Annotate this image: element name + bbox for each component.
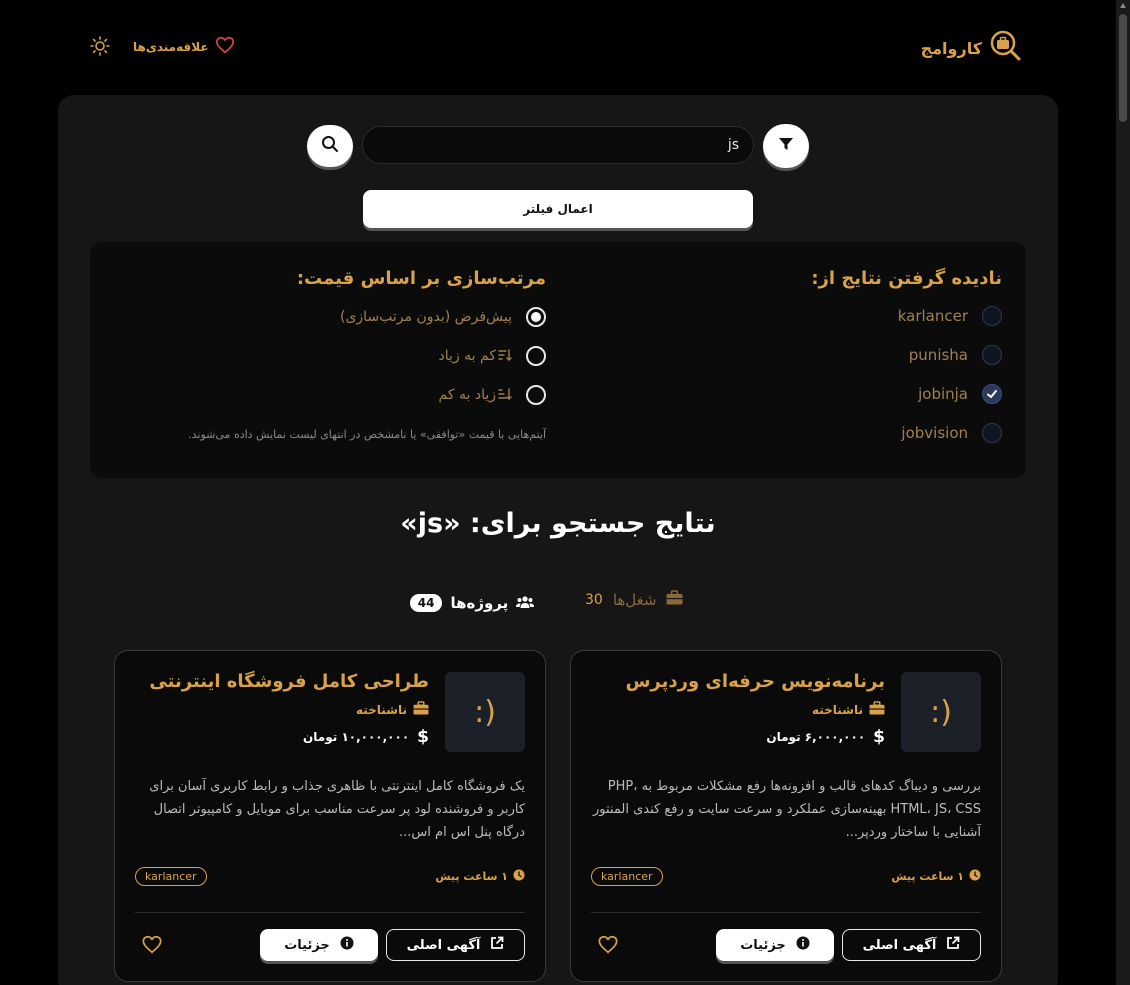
sort-option-descending[interactable]: زیاد به کم (439, 385, 546, 405)
funnel-icon (778, 136, 794, 156)
card-company: ناشناخته (812, 701, 885, 718)
sort-option-ascending[interactable]: کم به زیاد (439, 346, 546, 366)
apply-filter-button[interactable]: اعمال فیلتر (363, 190, 753, 228)
briefcase-icon (869, 701, 885, 718)
sort-ascending-icon (498, 347, 512, 366)
original-ad-label: آگهی اصلی (406, 937, 481, 953)
dollar-icon: $ (873, 727, 885, 747)
logo-text: کاروامج (920, 38, 982, 58)
card-description: بررسی و دیباگ کدهای قالب و افزونه‌ها رفع… (593, 779, 981, 840)
heart-icon (215, 36, 235, 57)
sort-label: کم به زیاد (438, 348, 496, 364)
price-value: ۶,۰۰۰,۰۰۰ تومان (766, 730, 866, 744)
dollar-icon: $ (417, 727, 429, 747)
details-label: جزئیات (740, 937, 786, 953)
search-icon (321, 135, 339, 157)
favorite-heart-icon[interactable] (141, 935, 163, 958)
tab-jobs-count: 30 (585, 591, 603, 608)
source-option-jobinja[interactable]: jobinja (918, 384, 1002, 404)
filter-toggle-button[interactable] (763, 124, 809, 168)
card-time: ۱ ساعت پیش (435, 869, 525, 884)
info-icon (340, 936, 354, 954)
card-title[interactable]: برنامه‌نویس حرفه‌ای وردپرس (626, 671, 885, 692)
details-button[interactable]: جزئیات (716, 929, 834, 961)
project-card: :) طراحی کامل فروشگاه اینترنتی ناشناخته … (114, 650, 546, 982)
scrollbar-thumb[interactable] (1119, 14, 1127, 122)
tab-projects-count: 44 (409, 594, 443, 612)
source-checkbox[interactable] (982, 306, 1002, 326)
search-button[interactable] (307, 125, 353, 167)
tab-jobs-label: شغل‌ها (612, 590, 657, 609)
card-placeholder-image: :) (445, 672, 525, 752)
company-name: ناشناخته (355, 702, 407, 717)
sort-radio-selected[interactable] (526, 307, 546, 327)
check-icon (987, 390, 997, 398)
details-label: جزئیات (284, 937, 330, 953)
briefcase-icon (666, 590, 683, 609)
sort-option-default[interactable]: پیش‌فرض (بدون مرتب‌سازی) (340, 307, 546, 327)
original-ad-button[interactable]: آگهی اصلی (842, 929, 981, 961)
source-badge: karlancer (591, 867, 663, 886)
clock-icon (513, 869, 525, 884)
favorites-link[interactable]: علاقه‌مندی‌ها (133, 36, 235, 57)
card-divider (591, 912, 981, 913)
time-text: ۱ ساعت پیش (891, 870, 964, 883)
sort-label: پیش‌فرض (بدون مرتب‌سازی) (339, 309, 512, 325)
sun-icon (90, 36, 110, 60)
tab-projects-label: پروژه‌ها (450, 594, 509, 612)
card-price: $ ۶,۰۰۰,۰۰۰ تومان (766, 727, 885, 747)
source-checkbox[interactable] (982, 345, 1002, 365)
site-logo[interactable]: کاروامج (921, 30, 1022, 66)
source-checkbox[interactable] (982, 423, 1002, 443)
info-icon (796, 936, 810, 954)
results-title: نتایج جستجو برای: «js» (400, 508, 716, 539)
theme-toggle-button[interactable] (90, 36, 110, 60)
clock-icon (969, 869, 981, 884)
source-option-jobvision[interactable]: jobvision (901, 423, 1002, 443)
card-divider (135, 912, 525, 913)
sort-by-price-title: مرتب‌سازی بر اساس قیمت: (296, 268, 546, 289)
tab-jobs[interactable]: شغل‌ها 30 (585, 590, 683, 609)
card-time: ۱ ساعت پیش (891, 869, 981, 884)
source-option-karlancer[interactable]: karlancer (898, 306, 1002, 326)
card-title[interactable]: طراحی کامل فروشگاه اینترنتی (149, 671, 429, 692)
source-label: jobinja (918, 385, 968, 403)
tab-projects[interactable]: پروژه‌ها 44 (388, 578, 556, 628)
card-description: یک فروشگاه کامل اینترنتی با ظاهری جذاب و… (149, 779, 525, 840)
sort-radio[interactable] (526, 385, 546, 405)
external-link-icon (490, 936, 504, 954)
card-company: ناشناخته (356, 701, 429, 718)
price-value: ۱۰,۰۰۰,۰۰۰ تومان (303, 730, 410, 744)
original-ad-button[interactable]: آگهی اصلی (386, 929, 525, 961)
source-label: jobvision (901, 424, 968, 442)
time-text: ۱ ساعت پیش (435, 870, 508, 883)
source-option-punisha[interactable]: punisha (909, 345, 1002, 365)
original-ad-label: آگهی اصلی (862, 937, 937, 953)
company-name: ناشناخته (811, 702, 863, 717)
briefcase-icon (413, 701, 429, 718)
users-icon (516, 594, 535, 613)
ignore-sources-title: نادیده گرفتن نتایج از: (811, 268, 1002, 289)
source-label: karlancer (897, 307, 968, 325)
scroll-up-arrow-icon[interactable] (1120, 3, 1126, 8)
sort-descending-icon (498, 386, 512, 405)
favorite-heart-icon[interactable] (597, 935, 619, 958)
project-card: :) برنامه‌نویس حرفه‌ای وردپرس ناشناخته $… (570, 650, 1002, 982)
card-placeholder-image: :) (901, 672, 981, 752)
external-link-icon (946, 936, 960, 954)
source-badge: karlancer (135, 867, 207, 886)
search-input[interactable] (362, 126, 754, 164)
source-checkbox-checked[interactable] (982, 384, 1002, 404)
page-scrollbar[interactable] (1116, 0, 1130, 985)
details-button[interactable]: جزئیات (260, 929, 378, 961)
logo-search-briefcase-icon (990, 30, 1022, 66)
card-price: $ ۱۰,۰۰۰,۰۰۰ تومان (303, 727, 429, 747)
sort-note: آیتم‌هایی با قیمت «توافقی» یا نامشخص در … (188, 428, 546, 441)
favorites-label: علاقه‌مندی‌ها (133, 39, 209, 54)
source-label: punisha (908, 346, 968, 364)
sort-label: زیاد به کم (438, 387, 496, 403)
sort-radio[interactable] (526, 346, 546, 366)
